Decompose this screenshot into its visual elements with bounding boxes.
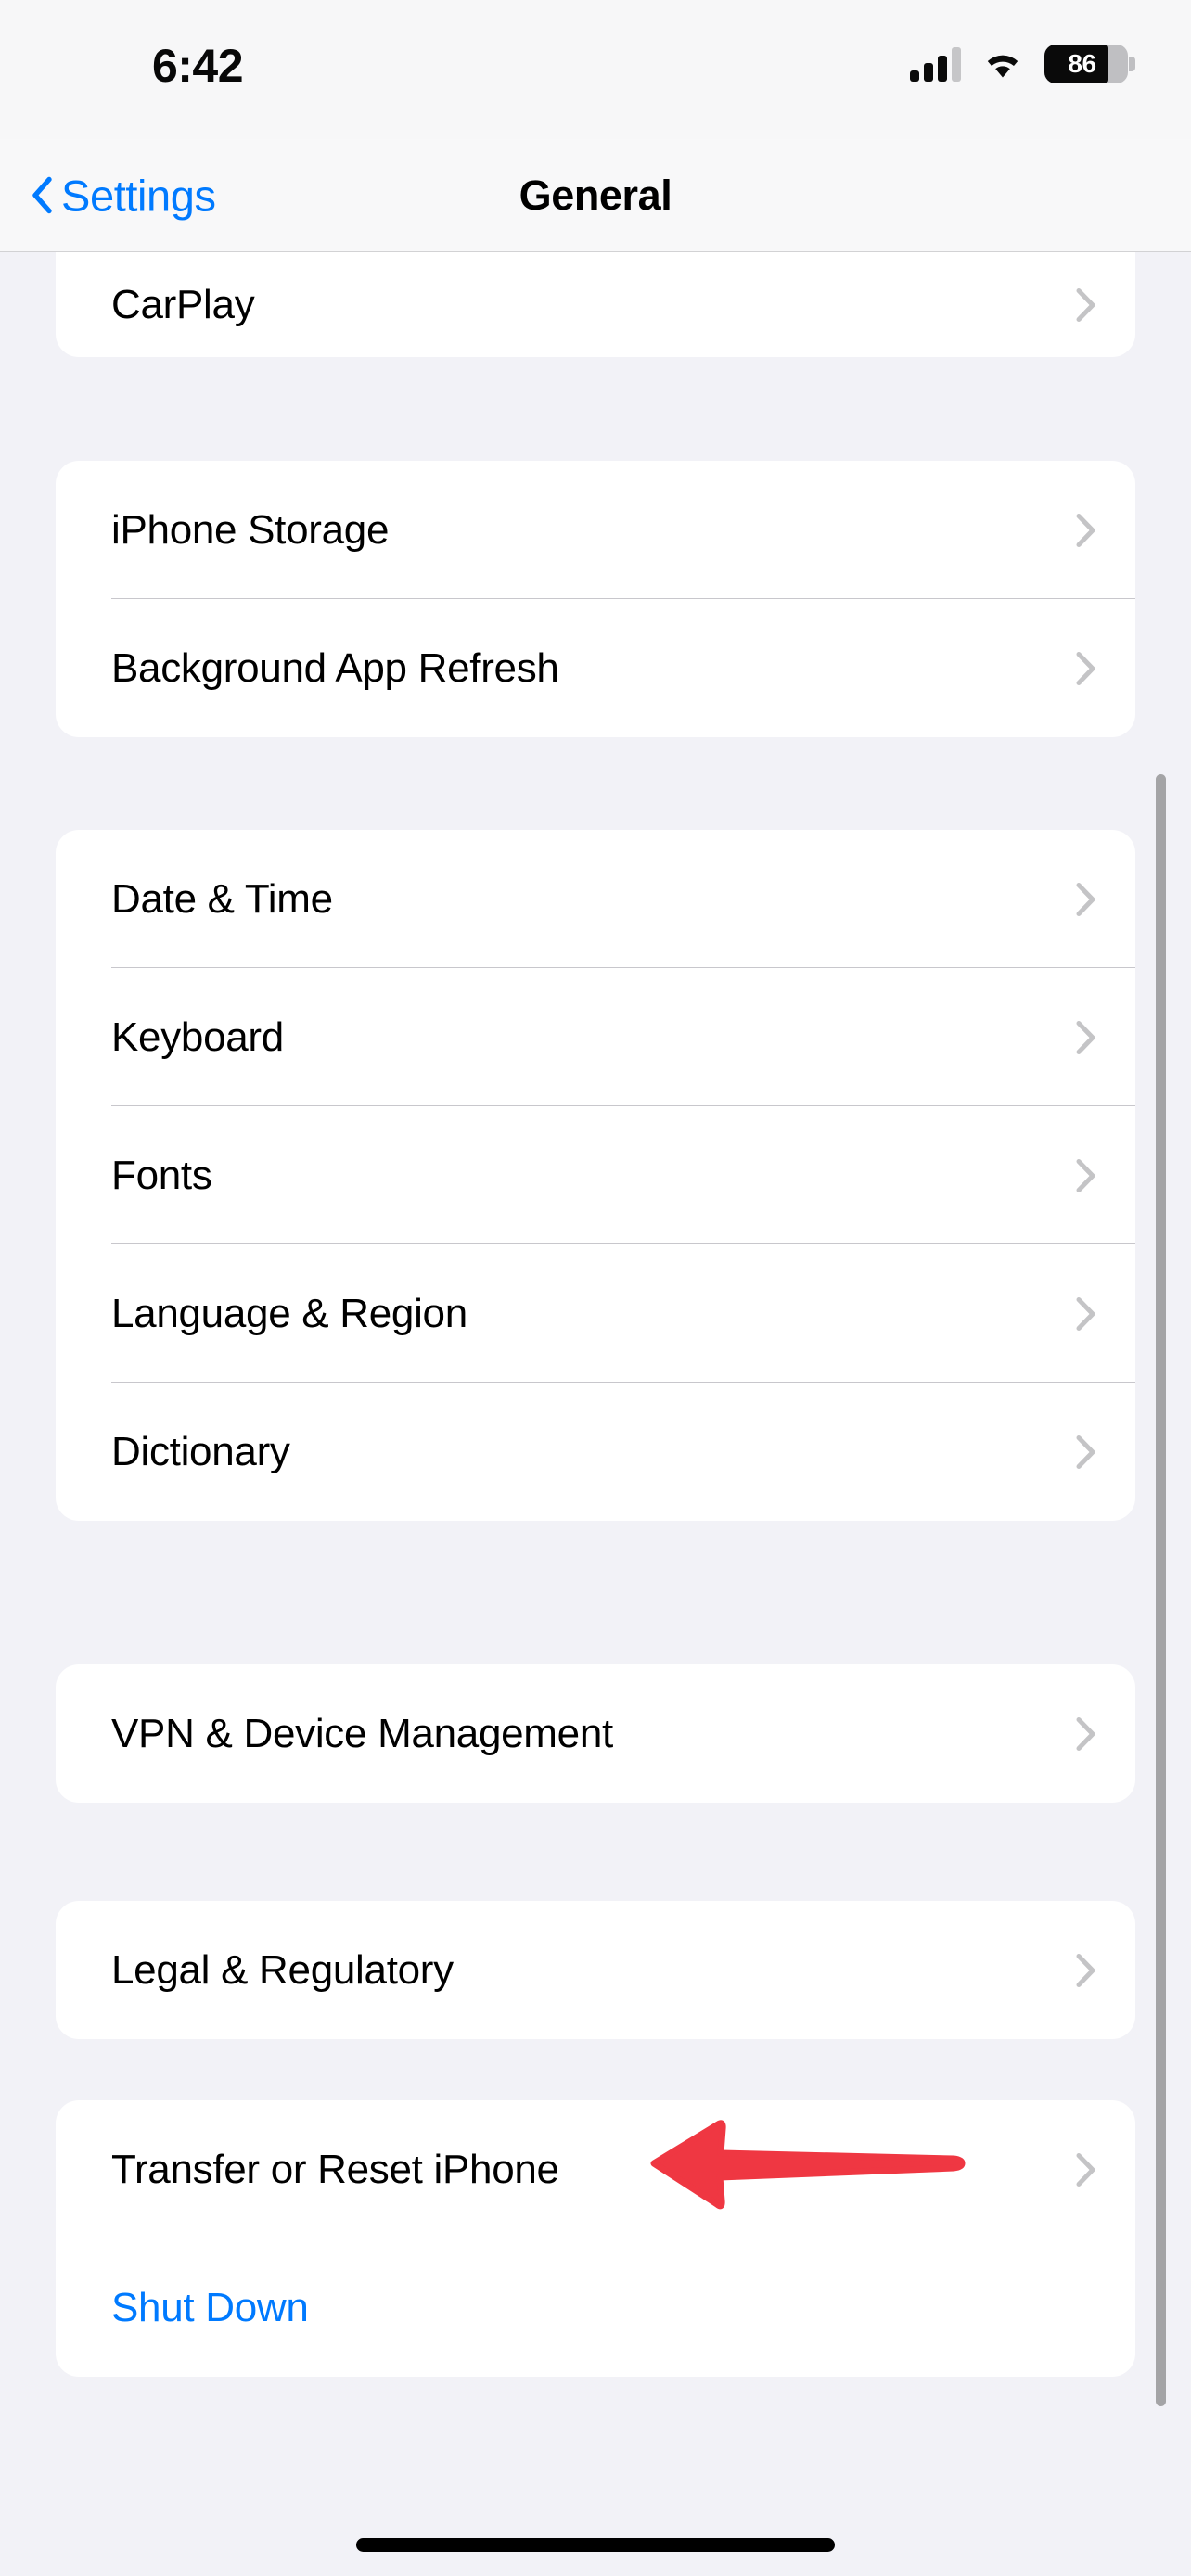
chevron-right-icon — [1076, 1716, 1095, 1751]
page-title: General — [519, 171, 672, 219]
chevron-right-icon — [1076, 2152, 1095, 2187]
settings-group-reset: Transfer or Reset iPhone Shut Down — [56, 2100, 1135, 2377]
chevron-right-icon — [1076, 287, 1095, 322]
status-bar-indicators: 86 — [910, 45, 1135, 83]
settings-row-label: Fonts — [111, 1152, 212, 1198]
settings-row-label: Shut Down — [111, 2284, 309, 2330]
status-bar: 6:42 86 — [0, 0, 1191, 139]
settings-row[interactable]: Transfer or Reset iPhone — [56, 2100, 1135, 2238]
settings-group-connectivity: CarPlay — [56, 252, 1135, 357]
chevron-right-icon — [1076, 1953, 1095, 1987]
settings-row[interactable]: Fonts — [56, 1106, 1135, 1244]
battery-percent-label: 86 — [1068, 49, 1096, 78]
vertical-scrollbar[interactable] — [1156, 774, 1166, 2406]
chevron-right-icon — [1076, 651, 1095, 685]
settings-row[interactable]: Language & Region — [56, 1244, 1135, 1383]
wifi-icon — [987, 55, 1018, 78]
settings-row-label: Transfer or Reset iPhone — [111, 2146, 559, 2192]
chevron-right-icon — [1076, 513, 1095, 547]
settings-row[interactable]: Legal & Regulatory — [56, 1901, 1135, 2039]
chevron-right-icon — [1076, 1020, 1095, 1054]
settings-row[interactable]: CarPlay — [56, 252, 1135, 357]
cellular-signal-icon — [910, 46, 961, 82]
chevron-right-icon — [1076, 882, 1095, 916]
settings-list: CarPlay iPhone Storage Background App Refr… — [0, 252, 1191, 2576]
iphone-screen: 6:42 86 Settings General CarPlay iPhone … — [0, 0, 1191, 2576]
home-indicator — [356, 2538, 835, 2552]
settings-row-label: Language & Region — [111, 1290, 467, 1336]
status-bar-time: 6:42 — [151, 40, 244, 92]
settings-group-legal: Legal & Regulatory — [56, 1901, 1135, 2039]
settings-group-management: VPN & Device Management — [56, 1664, 1135, 1803]
settings-row[interactable]: iPhone Storage — [56, 461, 1135, 599]
battery-icon: 86 — [1044, 45, 1135, 83]
navigation-bar: Settings General — [0, 139, 1191, 252]
chevron-right-icon — [1076, 1158, 1095, 1192]
settings-row-label: Date & Time — [111, 875, 333, 922]
chevron-right-icon — [1076, 1435, 1095, 1469]
settings-group-localization: Date & Time Keyboard Fonts Language & Regio… — [56, 830, 1135, 1521]
settings-row[interactable]: Shut Down — [56, 2238, 1135, 2377]
battery-nub — [1129, 57, 1135, 71]
settings-row[interactable]: Keyboard — [56, 968, 1135, 1106]
settings-row[interactable]: VPN & Device Management — [56, 1664, 1135, 1803]
settings-row-label: Background App Refresh — [111, 644, 559, 691]
settings-row[interactable]: Background App Refresh — [56, 599, 1135, 737]
settings-row-label: Legal & Regulatory — [111, 1946, 454, 1993]
settings-row-label: iPhone Storage — [111, 506, 390, 553]
chevron-right-icon — [1076, 1296, 1095, 1331]
settings-row-label: CarPlay — [111, 281, 255, 327]
settings-row-label: Dictionary — [111, 1428, 290, 1474]
settings-group-storage: iPhone Storage Background App Refresh — [56, 461, 1135, 737]
settings-row-label: Keyboard — [111, 1014, 284, 1060]
settings-row-label: VPN & Device Management — [111, 1710, 613, 1756]
settings-row[interactable]: Date & Time — [56, 830, 1135, 968]
settings-row[interactable]: Dictionary — [56, 1383, 1135, 1521]
